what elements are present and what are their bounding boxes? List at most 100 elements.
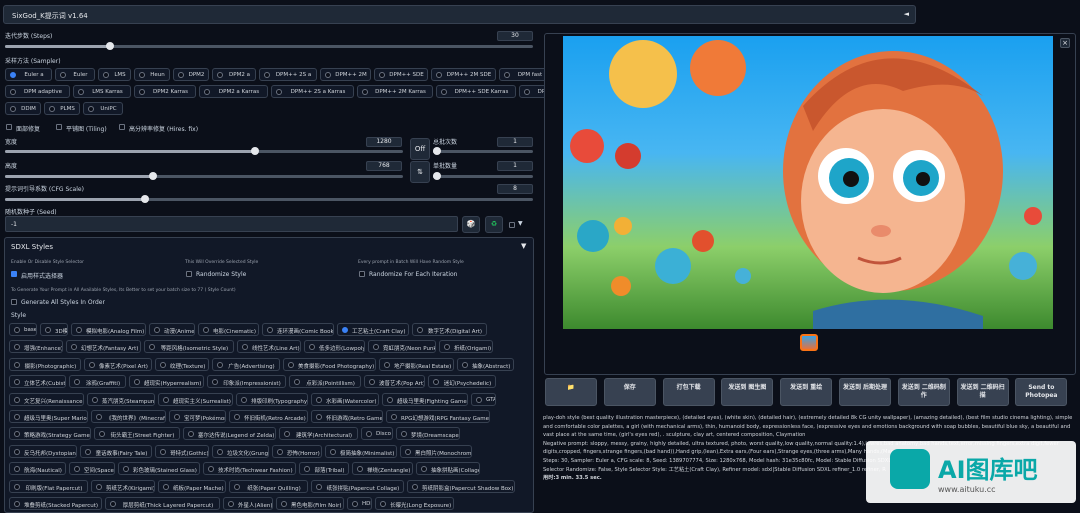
open-folder-button[interactable]: 📁 [545, 378, 597, 406]
style-radio[interactable] [212, 379, 218, 386]
batch-count-input[interactable]: 1 [497, 137, 533, 147]
style-radio[interactable] [330, 448, 336, 455]
action-button[interactable]: 保存 [603, 378, 656, 406]
style-option[interactable]: base [9, 323, 37, 336]
width-slider[interactable] [5, 147, 403, 155]
cfg-slider[interactable] [5, 195, 533, 203]
style-option[interactable]: 涂鸦(Graffiti) [69, 375, 126, 389]
style-radio[interactable] [163, 396, 169, 403]
style-radio[interactable] [149, 344, 155, 351]
style-option[interactable]: 彩色玻璃(Stained Glass) [118, 462, 200, 476]
style-radio[interactable] [96, 483, 102, 490]
sampler-radio[interactable] [178, 72, 184, 78]
style-option[interactable]: 折纸(Origami) [439, 340, 493, 354]
height-input[interactable]: 768 [366, 161, 402, 171]
style-radio[interactable] [242, 344, 248, 351]
style-option[interactable]: 低多边形(Lowpoly) [304, 340, 365, 354]
style-radio[interactable] [14, 414, 20, 420]
tiling-checkbox[interactable] [56, 124, 62, 130]
style-radio[interactable] [342, 327, 348, 333]
style-radio[interactable] [85, 448, 91, 455]
batch-size-slider[interactable] [433, 172, 533, 180]
sampler-option[interactable]: DPM++ 2M SDE [431, 68, 496, 81]
style-radio[interactable] [123, 466, 129, 473]
style-option[interactable]: Disco [361, 427, 393, 441]
style-option[interactable]: 像素艺术(Pixel Art) [84, 357, 152, 371]
extension-title-bar[interactable]: SixGod_K提示词 v1.64 ◄ [3, 5, 916, 24]
close-icon[interactable]: × [1060, 38, 1070, 48]
style-option[interactable]: 增强(Enhance) [9, 340, 63, 354]
style-option[interactable]: 长曝光(Long Exposure) [375, 497, 454, 510]
style-option[interactable]: 厚层剪纸(Thick Layered Papercut) [105, 497, 220, 510]
style-radio[interactable] [294, 379, 300, 386]
style-radio[interactable] [174, 414, 180, 420]
style-radio[interactable] [316, 396, 322, 403]
action-button[interactable]: 发送到 二维码制作 [897, 378, 950, 406]
style-option[interactable]: 工艺粘土(Craft Clay) [337, 323, 409, 336]
style-radio[interactable] [380, 501, 386, 507]
style-option[interactable]: 航海(Nautical) [9, 462, 66, 476]
action-button[interactable]: 发送到 二维码扫描 [956, 378, 1009, 406]
generated-image[interactable] [563, 36, 1053, 329]
style-radio[interactable] [433, 379, 439, 386]
style-radio[interactable] [309, 344, 315, 351]
style-radio[interactable] [401, 431, 407, 438]
style-option[interactable]: 立体艺术(Cubist) [9, 375, 66, 389]
style-option[interactable]: 迷幻(Psychedelic) [428, 375, 496, 389]
seed-input[interactable]: -1 [5, 216, 458, 232]
sampler-option[interactable]: DPM++ SDE Karras [436, 85, 516, 98]
style-radio[interactable] [373, 344, 379, 351]
style-radio[interactable] [14, 448, 20, 455]
height-slider[interactable] [5, 172, 403, 180]
style-radio[interactable] [369, 379, 375, 386]
style-option[interactable]: 纹理(Texture) [155, 357, 209, 371]
style-option[interactable]: 怀旧街机(Retro Arcade) [229, 410, 308, 423]
style-radio[interactable] [421, 466, 427, 473]
sampler-radio[interactable] [204, 89, 210, 95]
style-radio[interactable] [304, 466, 310, 473]
style-radio[interactable] [241, 396, 247, 403]
sampler-radio[interactable] [10, 72, 16, 78]
style-radio[interactable] [316, 483, 322, 490]
style-radio[interactable] [417, 327, 423, 333]
style-option[interactable]: 《我的世界》(Minecraft) [91, 410, 166, 423]
style-radio[interactable] [476, 396, 482, 403]
style-radio[interactable] [288, 361, 294, 368]
style-radio[interactable] [89, 361, 95, 368]
sampler-option[interactable]: LMS Karras [73, 85, 131, 98]
style-radio[interactable] [284, 431, 290, 438]
style-radio[interactable] [234, 414, 240, 420]
style-radio[interactable] [357, 466, 363, 473]
sampler-option[interactable]: DPM2 [173, 68, 209, 81]
sampler-option[interactable]: DPM2 a Karras [199, 85, 268, 98]
sampler-radio[interactable] [362, 89, 368, 95]
sampler-option[interactable]: DDIM [5, 102, 41, 115]
sampler-radio[interactable] [325, 72, 331, 78]
style-option[interactable]: 抽象(Abstract) [457, 357, 514, 371]
style-radio[interactable] [267, 327, 273, 333]
style-radio[interactable] [316, 414, 322, 420]
style-option[interactable]: 塞尔达传说(Legend of Zelda) [183, 427, 276, 441]
sampler-option[interactable]: Euler [55, 68, 95, 81]
style-option[interactable]: 模拟电影(Analog Film) [71, 323, 146, 336]
style-option[interactable]: 黑色电影(Film Noir) [276, 497, 344, 510]
sampler-radio[interactable] [103, 72, 109, 78]
collapse-arrow-icon[interactable]: ◄ [904, 10, 909, 18]
random-seed-dice-icon[interactable]: 🎲 [462, 216, 480, 233]
style-radio[interactable] [217, 361, 223, 368]
style-option[interactable]: 超现实(Hyperrealism) [129, 375, 204, 389]
style-option[interactable]: 波普艺术(Pop Art) [364, 375, 425, 389]
style-option[interactable]: 美食摄影(Food Photography) [283, 357, 376, 371]
sampler-option[interactable]: PLMS [44, 102, 80, 115]
action-button[interactable]: 发送到 后期处理 [839, 378, 891, 406]
enable-style-checkbox[interactable] [11, 271, 17, 277]
style-option[interactable]: 抽象拼贴画(Collage) [416, 462, 480, 476]
sampler-radio[interactable] [10, 106, 16, 112]
style-radio[interactable] [14, 361, 20, 368]
style-radio[interactable] [163, 483, 169, 490]
action-button[interactable]: 打包下载 [662, 378, 715, 406]
style-option[interactable]: 印象派(Impressionist) [207, 375, 286, 389]
randomize-iteration-checkbox[interactable] [359, 271, 365, 277]
sampler-radio[interactable] [441, 89, 447, 95]
style-option[interactable]: 超现实主义(Surrealist) [158, 392, 233, 406]
